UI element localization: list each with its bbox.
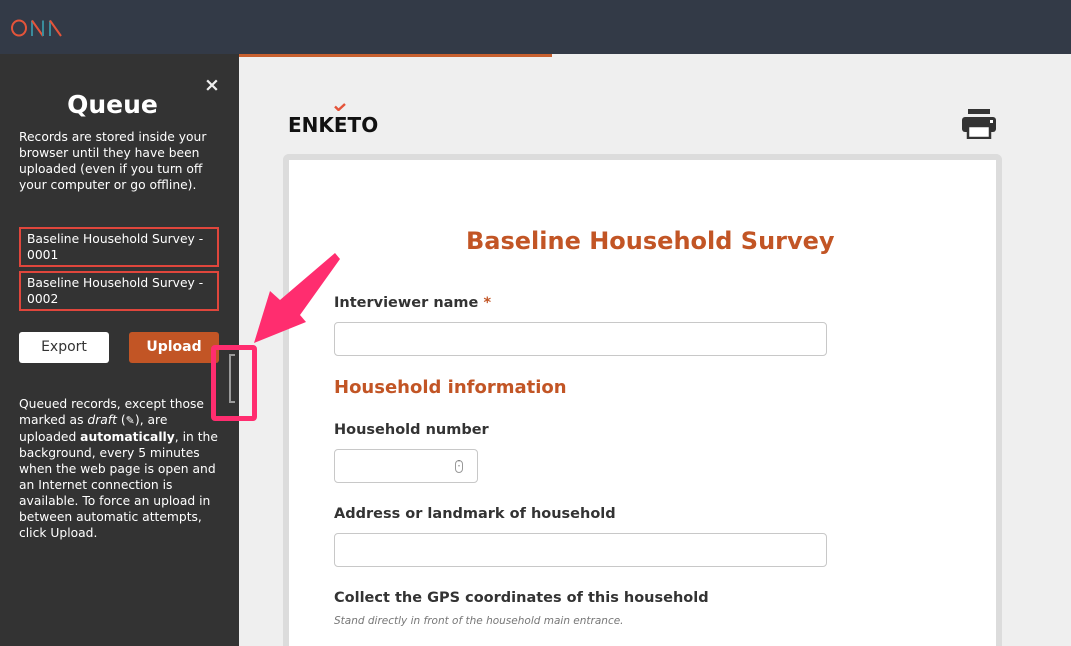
address-input[interactable]	[334, 533, 827, 567]
queue-description: Records are stored inside your browser u…	[19, 130, 207, 192]
number-spinner[interactable]: ˄ ˅	[455, 460, 463, 473]
household-number-label: Household number	[334, 422, 489, 438]
enketo-logo-text: ENKETO	[288, 113, 379, 137]
check-icon	[334, 103, 346, 111]
queue-sidebar: × Queue Records are stored inside your b…	[0, 54, 239, 646]
required-mark: *	[483, 295, 492, 311]
household-number-input[interactable]: ˄ ˅	[334, 449, 478, 483]
upload-button[interactable]: Upload	[129, 332, 219, 363]
export-button[interactable]: Export	[19, 332, 109, 363]
top-bar	[0, 0, 1071, 54]
note-draft: draft	[87, 413, 117, 427]
label-text: Interviewer name	[334, 295, 479, 311]
queue-title: Queue	[67, 90, 158, 119]
queue-note: Queued records, except those marked as d…	[19, 397, 218, 540]
interviewer-name-label: Interviewer name *	[334, 295, 491, 311]
gps-hint: Stand directly in front of the household…	[334, 615, 624, 627]
pencil-icon: ✎	[125, 414, 135, 427]
interviewer-name-input[interactable]	[334, 322, 827, 356]
section-household-information: Household information	[334, 377, 567, 398]
form-title: Baseline Household Survey	[466, 227, 835, 255]
sidebar-toggle-handle[interactable]	[229, 354, 235, 403]
form-progress-bar	[239, 54, 1071, 57]
note-automatically: automatically	[80, 430, 175, 444]
address-label: Address or landmark of household	[334, 506, 616, 522]
queue-record[interactable]: Baseline Household Survey - 0001	[19, 227, 219, 267]
gps-label: Collect the GPS coordinates of this hous…	[334, 590, 709, 606]
enketo-logo: ENKETO	[288, 103, 378, 137]
printer-icon[interactable]	[962, 109, 996, 139]
queue-record[interactable]: Baseline Household Survey - 0002	[19, 271, 219, 311]
ona-logo[interactable]	[11, 19, 71, 37]
progress-fill	[239, 54, 552, 57]
note-text: , in the background, every 5 minutes whe…	[19, 430, 218, 540]
